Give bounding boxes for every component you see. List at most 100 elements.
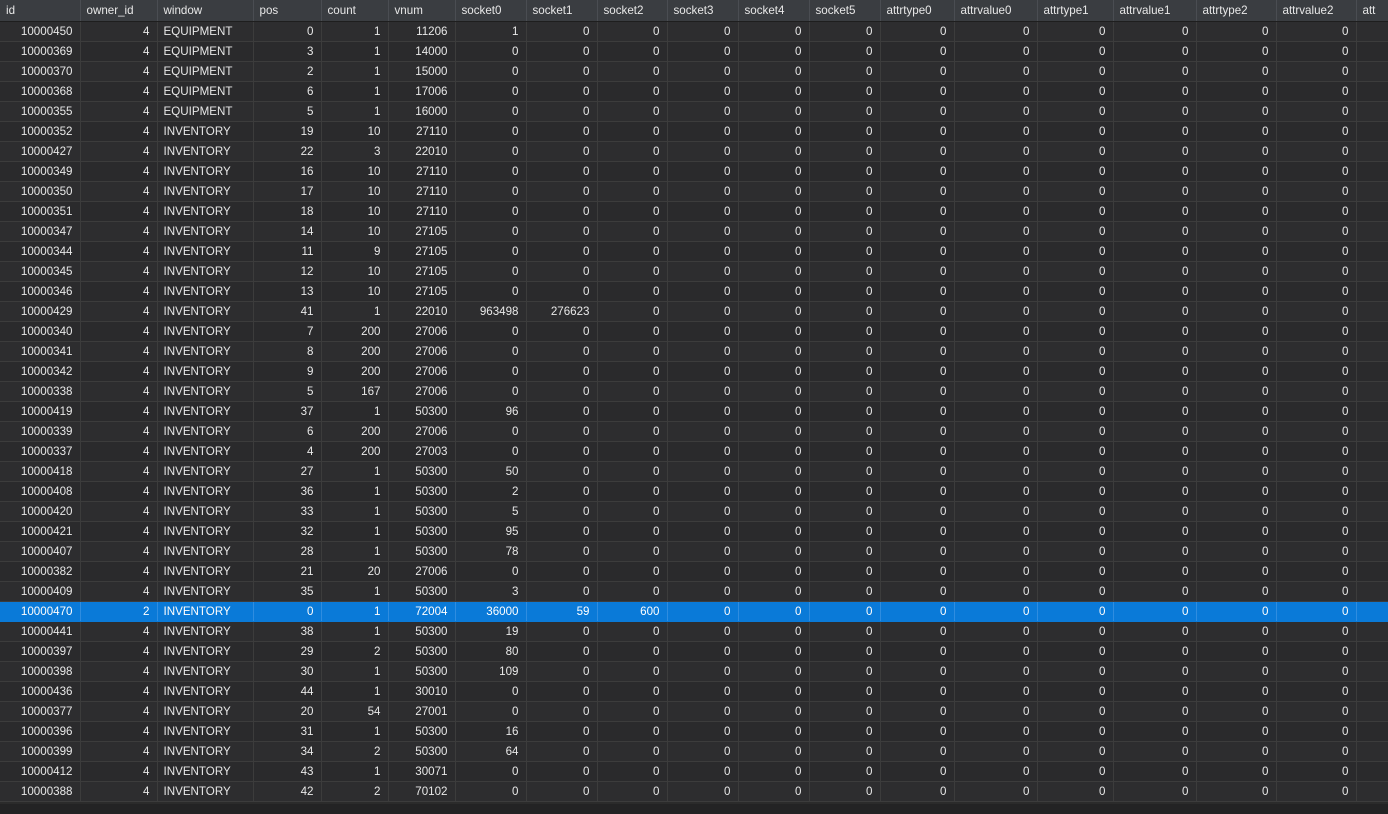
cell-owner_id[interactable]: 4 xyxy=(80,641,158,662)
cell-socket4[interactable]: 0 xyxy=(738,161,810,182)
cell-socket3[interactable]: 0 xyxy=(667,141,739,162)
cell-socket4[interactable]: 0 xyxy=(738,201,810,222)
cell-socket1[interactable]: 0 xyxy=(526,521,598,542)
cell-socket5[interactable]: 0 xyxy=(809,681,881,702)
cell-socket0[interactable]: 3 xyxy=(455,581,527,602)
cell-vnum[interactable]: 15000 xyxy=(388,61,456,82)
cell-attrvalue0[interactable]: 0 xyxy=(954,781,1038,802)
cell-attrtype2[interactable]: 0 xyxy=(1196,221,1277,242)
cell-attrvalue2[interactable]: 0 xyxy=(1276,741,1357,762)
table-row[interactable]: 10000429 4 INVENTORY 41 1 22010 963498 276623 0 0… xyxy=(0,301,1388,322)
cell-pos[interactable]: 32 xyxy=(253,521,322,542)
table-row[interactable]: 10000344 4 INVENTORY 11 9 27105 0 0 0 0 0 0 0 0 0 0 0 0 xyxy=(0,241,1388,262)
cell-attrvalue2[interactable]: 0 xyxy=(1276,681,1357,702)
cell-socket2[interactable]: 0 xyxy=(597,141,668,162)
cell-attrtype1[interactable]: 0 xyxy=(1037,21,1114,42)
cell-att[interactable] xyxy=(1356,261,1388,282)
cell-socket2[interactable]: 0 xyxy=(597,161,668,182)
cell-pos[interactable]: 17 xyxy=(253,181,322,202)
cell-attrvalue2[interactable]: 0 xyxy=(1276,361,1357,382)
cell-id[interactable]: 10000351 xyxy=(0,201,81,222)
cell-attrtype1[interactable]: 0 xyxy=(1037,621,1114,642)
cell-window[interactable]: INVENTORY xyxy=(157,141,254,162)
cell-pos[interactable]: 42 xyxy=(253,781,322,802)
cell-socket3[interactable]: 0 xyxy=(667,781,739,802)
cell-socket0[interactable]: 50 xyxy=(455,461,527,482)
cell-attrvalue0[interactable]: 0 xyxy=(954,121,1038,142)
cell-id[interactable]: 10000409 xyxy=(0,581,81,602)
cell-attrtype0[interactable]: 0 xyxy=(880,541,955,562)
cell-attrtype2[interactable]: 0 xyxy=(1196,341,1277,362)
cell-id[interactable]: 10000420 xyxy=(0,501,81,522)
cell-socket2[interactable]: 0 xyxy=(597,321,668,342)
cell-id[interactable]: 10000397 xyxy=(0,641,81,662)
cell-attrtype1[interactable]: 0 xyxy=(1037,161,1114,182)
cell-socket2[interactable]: 0 xyxy=(597,241,668,262)
cell-count[interactable]: 1 xyxy=(321,621,389,642)
cell-socket0[interactable]: 0 xyxy=(455,321,527,342)
cell-pos[interactable]: 28 xyxy=(253,541,322,562)
cell-socket5[interactable]: 0 xyxy=(809,181,881,202)
cell-attrtype0[interactable]: 0 xyxy=(880,161,955,182)
cell-attrvalue2[interactable]: 0 xyxy=(1276,501,1357,522)
cell-count[interactable]: 1 xyxy=(321,521,389,542)
cell-count[interactable]: 200 xyxy=(321,361,389,382)
cell-socket2[interactable]: 0 xyxy=(597,181,668,202)
cell-count[interactable]: 20 xyxy=(321,561,389,582)
cell-pos[interactable]: 8 xyxy=(253,341,322,362)
cell-id[interactable]: 10000370 xyxy=(0,61,81,82)
cell-socket2[interactable]: 0 xyxy=(597,401,668,422)
cell-att[interactable] xyxy=(1356,621,1388,642)
cell-socket5[interactable]: 0 xyxy=(809,201,881,222)
cell-socket4[interactable]: 0 xyxy=(738,101,810,122)
cell-vnum[interactable]: 50300 xyxy=(388,721,456,742)
cell-attrtype2[interactable]: 0 xyxy=(1196,41,1277,62)
table-row[interactable]: 10000338 4 INVENTORY 5 167 27006 0 0 0 0 0 0 0 0 0 0 0 0 xyxy=(0,381,1388,402)
cell-socket2[interactable]: 0 xyxy=(597,641,668,662)
cell-socket3[interactable]: 0 xyxy=(667,621,739,642)
cell-attrtype0[interactable]: 0 xyxy=(880,321,955,342)
cell-socket0[interactable]: 0 xyxy=(455,61,527,82)
cell-socket4[interactable]: 0 xyxy=(738,241,810,262)
cell-attrvalue2[interactable]: 0 xyxy=(1276,241,1357,262)
cell-attrtype0[interactable]: 0 xyxy=(880,121,955,142)
cell-attrvalue1[interactable]: 0 xyxy=(1113,501,1197,522)
cell-count[interactable]: 1 xyxy=(321,301,389,322)
column-header-socket0[interactable]: socket0 xyxy=(455,0,527,22)
cell-attrtype0[interactable]: 0 xyxy=(880,741,955,762)
cell-attrtype2[interactable]: 0 xyxy=(1196,381,1277,402)
cell-attrtype0[interactable]: 0 xyxy=(880,641,955,662)
cell-attrvalue0[interactable]: 0 xyxy=(954,621,1038,642)
cell-attrtype1[interactable]: 0 xyxy=(1037,141,1114,162)
cell-window[interactable]: INVENTORY xyxy=(157,681,254,702)
cell-socket5[interactable]: 0 xyxy=(809,761,881,782)
cell-attrtype1[interactable]: 0 xyxy=(1037,541,1114,562)
cell-vnum[interactable]: 50300 xyxy=(388,461,456,482)
cell-attrvalue0[interactable]: 0 xyxy=(954,21,1038,42)
cell-socket4[interactable]: 0 xyxy=(738,561,810,582)
cell-attrtype1[interactable]: 0 xyxy=(1037,101,1114,122)
cell-socket0[interactable]: 0 xyxy=(455,161,527,182)
cell-id[interactable]: 10000338 xyxy=(0,381,81,402)
cell-socket3[interactable]: 0 xyxy=(667,401,739,422)
cell-vnum[interactable]: 27105 xyxy=(388,221,456,242)
cell-socket1[interactable]: 0 xyxy=(526,261,598,282)
table-row[interactable]: 10000419 4 INVENTORY 37 1 50300 96 0 0 0 0 0 0 0 0 0 0 0 xyxy=(0,401,1388,422)
cell-attrtype1[interactable]: 0 xyxy=(1037,701,1114,722)
cell-pos[interactable]: 0 xyxy=(253,21,322,42)
cell-attrvalue1[interactable]: 0 xyxy=(1113,701,1197,722)
cell-attrtype2[interactable]: 0 xyxy=(1196,261,1277,282)
cell-attrvalue0[interactable]: 0 xyxy=(954,581,1038,602)
cell-vnum[interactable]: 50300 xyxy=(388,661,456,682)
cell-socket0[interactable]: 0 xyxy=(455,441,527,462)
cell-attrvalue0[interactable]: 0 xyxy=(954,241,1038,262)
cell-attrvalue0[interactable]: 0 xyxy=(954,561,1038,582)
cell-attrtype1[interactable]: 0 xyxy=(1037,221,1114,242)
cell-pos[interactable]: 34 xyxy=(253,741,322,762)
column-header-socket2[interactable]: socket2 xyxy=(597,0,668,22)
cell-attrtype0[interactable]: 0 xyxy=(880,421,955,442)
cell-count[interactable]: 167 xyxy=(321,381,389,402)
cell-pos[interactable]: 37 xyxy=(253,401,322,422)
cell-socket5[interactable]: 0 xyxy=(809,701,881,722)
cell-window[interactable]: EQUIPMENT xyxy=(157,61,254,82)
